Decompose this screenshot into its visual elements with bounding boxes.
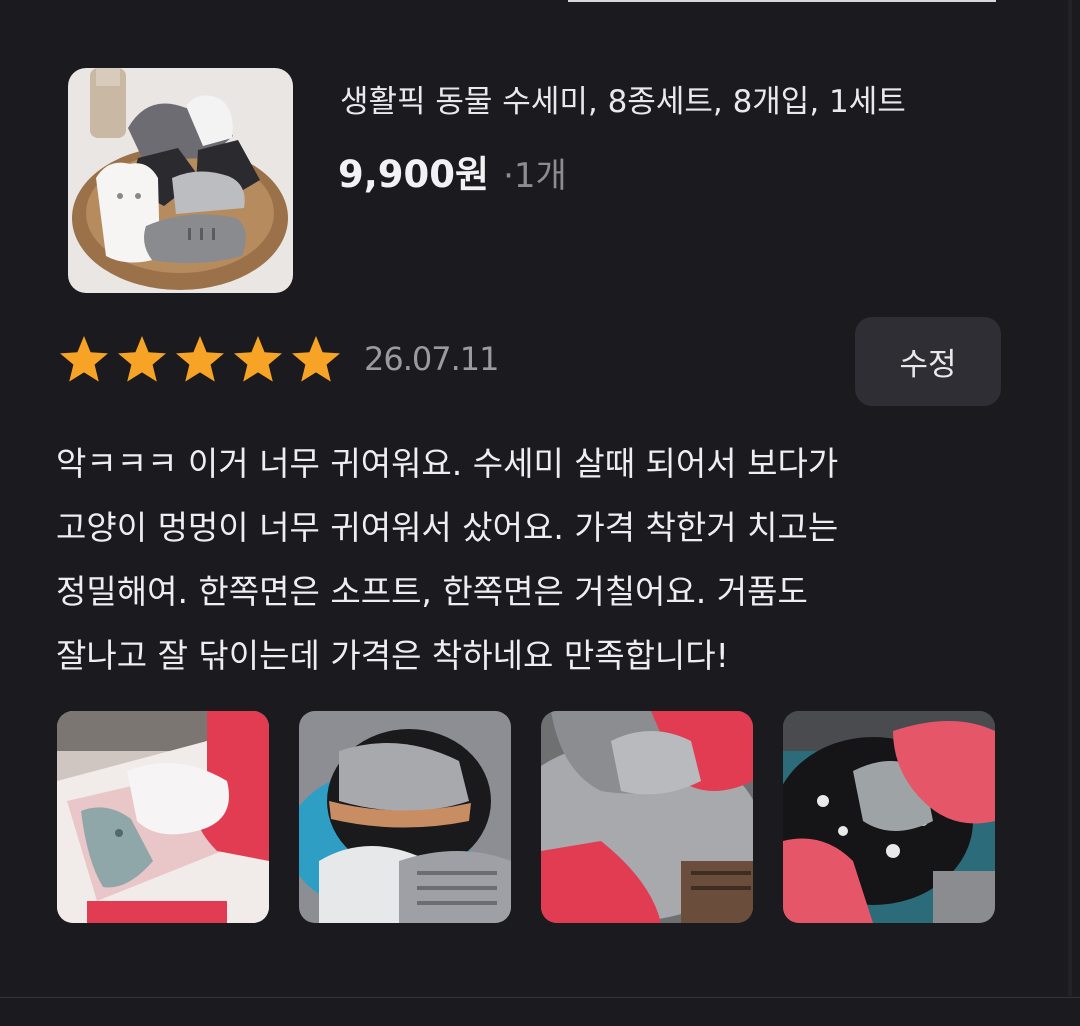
product-title[interactable]: 생활픽 동물 수세미, 8종세트, 8개입, 1세트 [340, 76, 906, 121]
review-text-line: 악ㅋㅋㅋ 이거 너무 귀여워요. 수세미 살때 되어서 보다가 [56, 444, 839, 483]
top-divider [568, 0, 996, 2]
review-text-line: 잘나고 잘 닦이는데 가격은 착하네요 만족합니다! [56, 636, 729, 675]
edit-review-button[interactable]: 수정 [855, 317, 1001, 406]
star-icon [60, 336, 108, 382]
product-price: 9,900원 [338, 153, 490, 196]
star-icon [176, 336, 224, 382]
review-photos [57, 711, 995, 923]
product-thumbnail[interactable] [68, 68, 293, 293]
review-photo-1[interactable] [57, 711, 269, 923]
review-photo-4[interactable] [783, 711, 995, 923]
review-photo-3[interactable] [541, 711, 753, 923]
review-text: 악ㅋㅋㅋ 이거 너무 귀여워요. 수세미 살때 되어서 보다가 고양이 멍멍이 … [56, 432, 996, 688]
product-summary[interactable]: 생활픽 동물 수세미, 8종세트, 8개입, 1세트 9,900원 ·1개 [68, 68, 1008, 294]
review-date: 26.07.11 [364, 340, 499, 378]
review-meta: 26.07.11 [58, 334, 499, 384]
review-text-line: 정밀해여. 한쪽면은 소프트, 한쪽면은 거칠어요. 거품도 [56, 572, 808, 611]
scrollbar[interactable] [1068, 0, 1072, 996]
star-icon [234, 336, 282, 382]
product-quantity: ·1개 [503, 156, 567, 196]
review-photo-2[interactable] [299, 711, 511, 923]
price-row: 9,900원 ·1개 [338, 144, 567, 198]
star-rating [58, 334, 348, 384]
star-icon [292, 336, 340, 382]
review-text-line: 고양이 멍멍이 너무 귀여워서 샀어요. 가격 착한거 치고는 [56, 508, 839, 547]
section-divider [0, 997, 1080, 998]
star-icon [118, 336, 166, 382]
